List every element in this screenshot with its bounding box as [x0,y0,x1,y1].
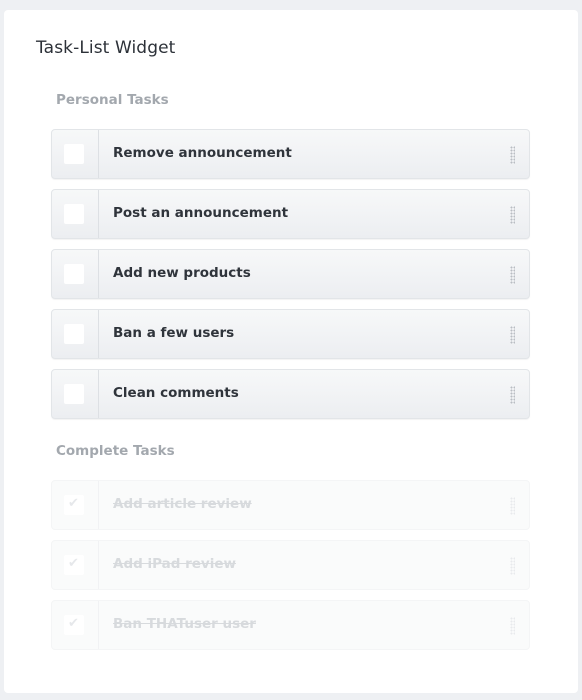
drag-handle-icon[interactable] [510,557,515,575]
drag-handle-icon[interactable] [510,146,515,164]
task-check-cell: ✔ [52,481,99,529]
task-check-cell [52,370,99,418]
task-item[interactable]: Remove announcement [51,129,530,179]
task-checkbox-checked[interactable]: ✔ [64,495,84,515]
section-title-personal: Personal Tasks [56,92,169,108]
task-checkbox[interactable] [64,264,84,284]
task-checkbox-checked[interactable]: ✔ [64,615,84,635]
task-check-cell [52,310,99,358]
task-checkbox-checked[interactable]: ✔ [64,555,84,575]
task-checkbox[interactable] [64,324,84,344]
task-item[interactable]: Ban a few users [51,309,530,359]
complete-task-list: ✔ Add article review ✔ Add iPad review ✔… [51,480,530,660]
drag-handle-icon[interactable] [510,386,515,404]
personal-task-list: Remove announcement Post an announcement… [51,129,530,429]
drag-handle-icon[interactable] [510,206,515,224]
task-list-widget: Task-List Widget Personal Tasks Remove a… [4,10,578,693]
task-label: Post an announcement [113,205,289,221]
task-label: Ban a few users [113,325,235,341]
task-item[interactable]: Clean comments [51,369,530,419]
task-check-cell [52,250,99,298]
task-label: Add article review [113,496,252,512]
drag-handle-icon[interactable] [510,326,515,344]
task-label: Add new products [113,265,251,281]
task-check-cell [52,130,99,178]
task-label: Clean comments [113,385,239,401]
task-check-cell [52,190,99,238]
task-check-cell: ✔ [52,541,99,589]
task-item-done[interactable]: ✔ Add article review [51,480,530,530]
task-label: Ban THATuser user [113,616,256,632]
drag-handle-icon[interactable] [510,497,515,515]
task-item[interactable]: Post an announcement [51,189,530,239]
task-item-done[interactable]: ✔ Add iPad review [51,540,530,590]
task-check-cell: ✔ [52,601,99,649]
drag-handle-icon[interactable] [510,617,515,635]
section-title-complete: Complete Tasks [56,443,175,459]
task-label: Add iPad review [113,556,236,572]
task-label: Remove announcement [113,145,292,161]
checkmark-icon: ✔ [68,496,79,511]
checkmark-icon: ✔ [68,556,79,571]
task-checkbox[interactable] [64,144,84,164]
task-checkbox[interactable] [64,384,84,404]
widget-title: Task-List Widget [36,38,176,58]
drag-handle-icon[interactable] [510,266,515,284]
task-checkbox[interactable] [64,204,84,224]
task-item-done[interactable]: ✔ Ban THATuser user [51,600,530,650]
checkmark-icon: ✔ [68,616,79,631]
task-item[interactable]: Add new products [51,249,530,299]
